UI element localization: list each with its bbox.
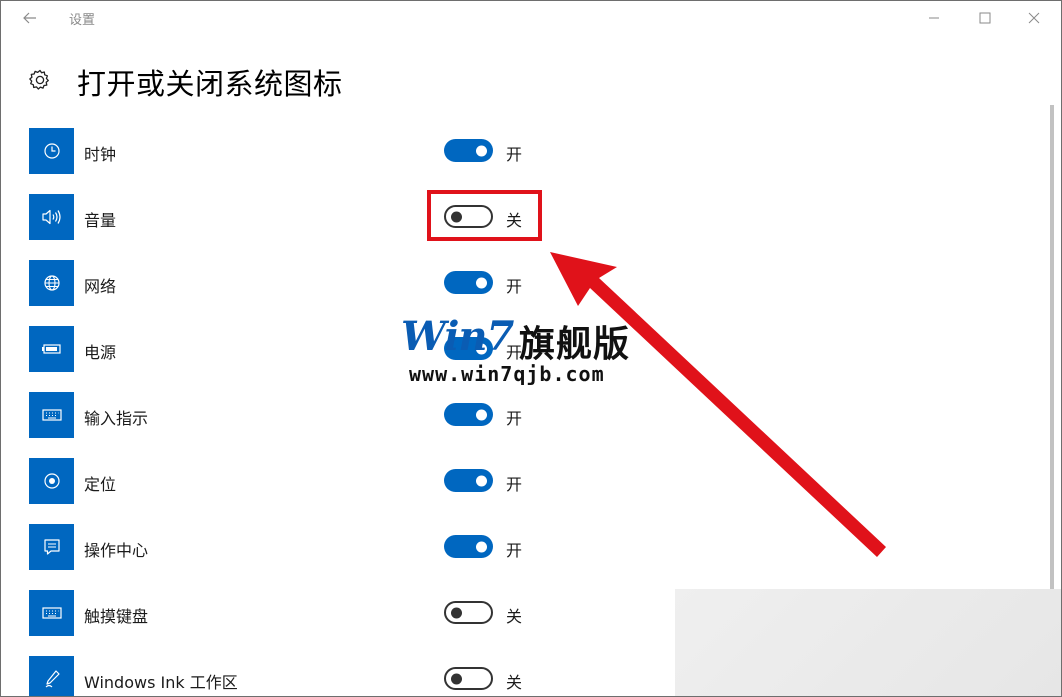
toggle-knob [451,673,462,684]
toggle-state: 关 [506,607,523,626]
minimize-button[interactable] [911,5,957,31]
action-center-toggle[interactable] [444,535,493,558]
windows-ink-icon-tile [29,656,74,696]
row-label: Windows Ink 工作区 [84,673,238,692]
row-windows-ink: Windows Ink 工作区 关 [29,656,549,696]
toggle-knob [476,475,487,486]
watermark-name: 旗舰版 [519,324,631,365]
row-label: 时钟 [84,145,117,164]
location-icon-tile [29,458,74,504]
title-bar: 设置 [1,1,1061,35]
row-touch-keyboard: 触摸键盘 关 [29,590,549,636]
row-input-indicator: 输入指示 开 [29,392,549,438]
toggle-state: 开 [506,409,523,428]
clock-toggle[interactable] [444,139,493,162]
volume-icon-tile [29,194,74,240]
watermark-url: www.win7qjb.com [409,362,605,386]
highlight-box [427,190,542,241]
volume-icon [41,209,61,225]
close-button[interactable] [1011,5,1057,31]
row-label: 触摸键盘 [84,607,149,626]
row-label: 操作中心 [84,541,149,560]
row-location: 定位 开 [29,458,549,504]
toggle-knob [476,541,487,552]
page-title: 打开或关闭系统图标 [77,67,343,101]
keyboard-icon [41,607,62,619]
row-label: 音量 [84,211,117,230]
globe-icon [43,275,60,291]
minimize-icon [929,17,939,19]
row-label: 输入指示 [84,409,149,428]
power-icon-tile [29,326,74,372]
clock-icon-tile [29,128,74,174]
toggle-state: 关 [506,673,523,692]
watermark-logo-text: Win7 [401,313,514,360]
back-arrow-icon [23,12,36,24]
network-toggle[interactable] [444,271,493,294]
clock-icon [43,143,60,159]
location-toggle[interactable] [444,469,493,492]
back-button[interactable] [13,6,47,30]
gear-icon [29,69,49,90]
toggle-state: 开 [506,277,523,296]
windows-ink-toggle[interactable] [444,667,493,690]
maximize-icon [979,12,991,24]
window-title: 设置 [69,13,96,28]
pen-icon [45,670,60,688]
settings-window: 设置 打开或关闭系统图标 时钟 开 音量 关 网络 开 电源 开 输入指示 开 … [0,0,1062,697]
row-label: 定位 [84,475,117,494]
row-network: 网络 开 [29,260,549,306]
network-icon-tile [29,260,74,306]
toggle-state: 开 [506,145,523,164]
input-indicator-icon-tile [29,392,74,438]
touch-keyboard-icon-tile [29,590,74,636]
close-icon [1028,12,1040,24]
toggle-state: 开 [506,541,523,560]
watermark: Win7 旗舰版 www.win7qjb.com [401,313,646,393]
toggle-knob [451,607,462,618]
watermark-logo: Win7 [401,313,514,360]
battery-icon [41,344,61,354]
row-action-center: 操作中心 开 [29,524,549,570]
toggle-knob [476,145,487,156]
location-icon [43,473,60,489]
toggle-knob [476,277,487,288]
action-center-icon-tile [29,524,74,570]
blurred-area [675,589,1061,696]
keyboard-icon [41,409,62,421]
row-clock: 时钟 开 [29,128,549,174]
toggle-knob [476,409,487,420]
input-indicator-toggle[interactable] [444,403,493,426]
touch-keyboard-toggle[interactable] [444,601,493,624]
maximize-button[interactable] [962,5,1008,31]
row-label: 网络 [84,277,117,296]
row-label: 电源 [84,343,117,362]
toggle-state: 开 [506,475,523,494]
action-center-icon [43,539,60,555]
